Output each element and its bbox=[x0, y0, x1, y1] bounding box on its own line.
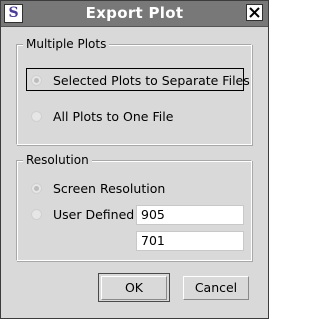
multiple-plots-group bbox=[16, 44, 252, 145]
width-input[interactable]: 905 bbox=[136, 205, 244, 225]
radio-button[interactable] bbox=[31, 182, 42, 194]
close-icon bbox=[249, 7, 260, 18]
title-bar[interactable]: Export Plot S bbox=[1, 1, 268, 27]
close-button[interactable] bbox=[246, 4, 263, 21]
resolution-legend: Resolution bbox=[23, 153, 92, 167]
radio-selected-plots-separate[interactable]: Selected Plots to Separate Files bbox=[31, 70, 250, 90]
radio-label: User Defined bbox=[53, 206, 135, 222]
radio-button[interactable] bbox=[31, 74, 42, 86]
height-input[interactable]: 701 bbox=[136, 231, 244, 251]
window-title: Export Plot bbox=[85, 4, 184, 22]
radio-label: All Plots to One File bbox=[53, 108, 174, 124]
multiple-plots-legend: Multiple Plots bbox=[23, 37, 110, 51]
export-plot-dialog: Export Plot S Multiple Plots Selected Pl… bbox=[0, 0, 269, 319]
radio-button[interactable] bbox=[31, 208, 42, 220]
radio-label: Screen Resolution bbox=[53, 180, 166, 196]
ok-button[interactable]: OK bbox=[101, 276, 167, 300]
cancel-button[interactable]: Cancel bbox=[183, 276, 249, 300]
radio-button[interactable] bbox=[31, 110, 42, 122]
radio-all-plots-one-file[interactable]: All Plots to One File bbox=[31, 106, 173, 126]
radio-screen-resolution[interactable]: Screen Resolution bbox=[31, 178, 165, 198]
radio-label: Selected Plots to Separate Files bbox=[53, 72, 250, 88]
app-icon[interactable]: S bbox=[4, 4, 23, 23]
radio-user-defined[interactable]: User Defined bbox=[31, 204, 134, 224]
